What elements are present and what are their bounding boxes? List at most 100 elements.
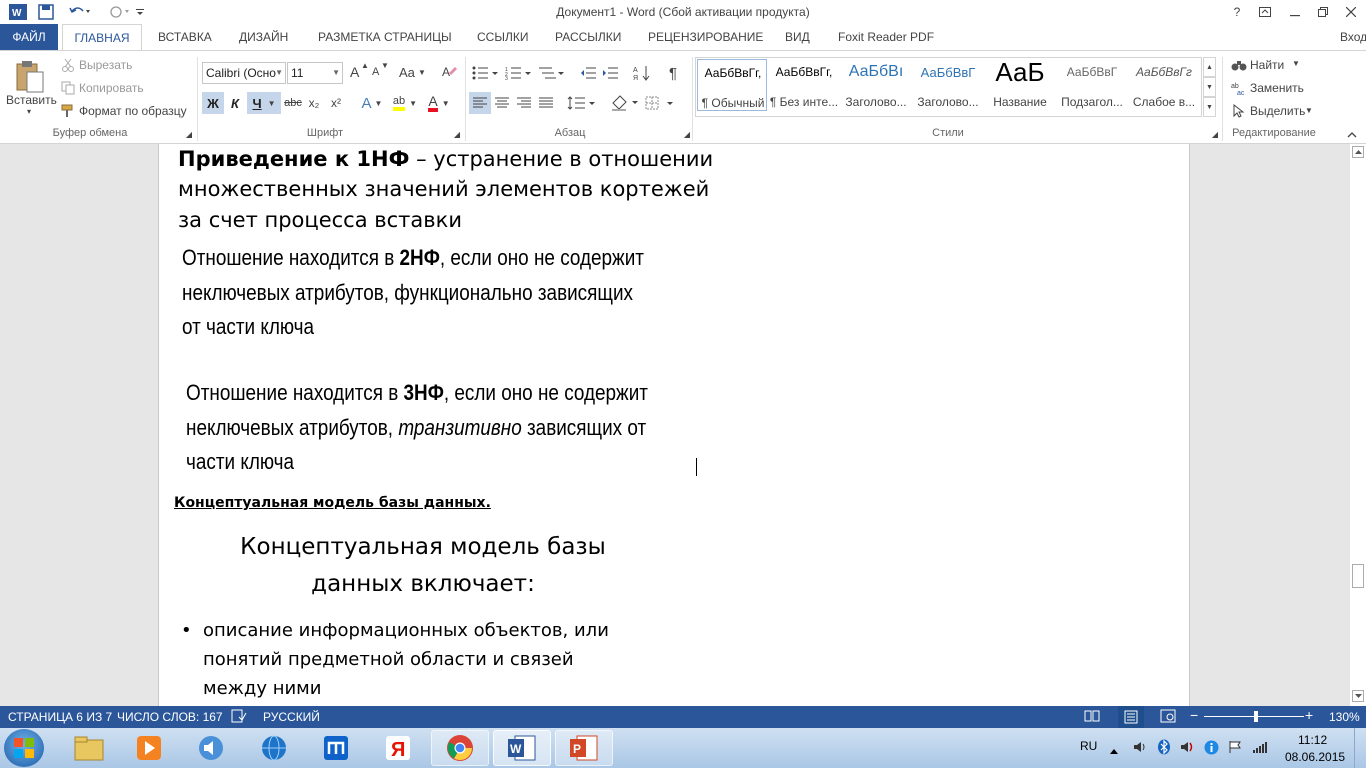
cut-button[interactable]: Вырезать bbox=[79, 58, 132, 72]
speaker-tray-icon[interactable] bbox=[1133, 740, 1147, 757]
paste-icon[interactable] bbox=[14, 57, 46, 95]
collapse-ribbon-icon[interactable] bbox=[1345, 127, 1359, 141]
styles-scroll-down-icon[interactable]: ▼ bbox=[1203, 77, 1216, 97]
tab-references[interactable]: ССЫЛКИ bbox=[477, 24, 528, 50]
network-tray-icon[interactable] bbox=[1252, 740, 1268, 757]
maxthon-taskbar-icon[interactable] bbox=[307, 730, 365, 766]
scroll-thumb[interactable] bbox=[1352, 564, 1364, 588]
document-page[interactable]: Приведение к 1НФ – устранение в отношени… bbox=[158, 144, 1190, 706]
action-center-tray-icon[interactable] bbox=[1228, 740, 1242, 757]
tab-page-layout[interactable]: РАЗМЕТКА СТРАНИЦЫ bbox=[318, 24, 452, 50]
font-size-combo[interactable]: 11 ▼ bbox=[287, 62, 343, 84]
line-spacing-icon[interactable] bbox=[565, 92, 597, 114]
yandex-taskbar-icon[interactable]: Я bbox=[369, 730, 427, 766]
align-center-icon[interactable] bbox=[491, 92, 513, 114]
zoom-slider-thumb[interactable] bbox=[1254, 711, 1258, 722]
restore-icon[interactable] bbox=[1308, 0, 1338, 24]
numbering-icon[interactable]: 123 bbox=[503, 62, 533, 84]
multilevel-list-icon[interactable] bbox=[536, 62, 566, 84]
clear-formatting-icon[interactable]: A bbox=[440, 63, 458, 81]
chrome-taskbar-icon[interactable] bbox=[431, 730, 489, 766]
paste-button[interactable]: Вставить bbox=[6, 93, 57, 107]
tab-design[interactable]: ДИЗАЙН bbox=[239, 24, 288, 50]
globe-app-taskbar-icon[interactable] bbox=[245, 730, 303, 766]
text-effects-button[interactable]: A ▼ bbox=[359, 92, 385, 114]
replace-button[interactable]: Заменить bbox=[1250, 81, 1304, 95]
tab-view[interactable]: ВИД bbox=[785, 24, 810, 50]
explorer-taskbar-icon[interactable] bbox=[60, 730, 118, 766]
read-mode-icon[interactable] bbox=[1084, 709, 1100, 726]
align-right-icon[interactable] bbox=[513, 92, 535, 114]
tab-home[interactable]: ГЛАВНАЯ bbox=[62, 24, 142, 51]
strikethrough-button[interactable]: abc bbox=[283, 92, 303, 114]
italic-button[interactable]: К bbox=[225, 92, 245, 114]
increase-indent-icon[interactable] bbox=[600, 62, 620, 84]
chevron-down-icon[interactable]: ▼ bbox=[1292, 59, 1300, 68]
change-case-button[interactable]: Aa bbox=[399, 65, 415, 80]
decrease-indent-icon[interactable] bbox=[578, 62, 598, 84]
tab-review[interactable]: РЕЦЕНЗИРОВАНИЕ bbox=[648, 24, 763, 50]
paste-dropdown-icon[interactable]: ▾ bbox=[27, 107, 31, 116]
tray-show-hidden-icon[interactable] bbox=[1110, 743, 1118, 757]
sort-icon[interactable]: AЯ bbox=[631, 62, 653, 84]
justify-icon[interactable] bbox=[535, 92, 557, 114]
help-button[interactable]: ? bbox=[1222, 0, 1252, 24]
highlight-button[interactable]: ab ▼ bbox=[389, 92, 421, 114]
superscript-button[interactable]: x² bbox=[327, 92, 345, 114]
style-heading-2[interactable]: АаБбВвГ Заголово... bbox=[913, 59, 983, 111]
zoom-out-icon[interactable]: − bbox=[1190, 707, 1198, 723]
style-subtle-emphasis[interactable]: АаБбВвГг Слабое в... bbox=[1129, 59, 1199, 111]
show-marks-button[interactable]: ¶ bbox=[663, 62, 683, 84]
styles-scroll-up-icon[interactable]: ▲ bbox=[1203, 57, 1216, 77]
format-painter-icon[interactable] bbox=[60, 103, 76, 119]
copy-icon[interactable] bbox=[60, 80, 76, 96]
zoom-level[interactable]: 130% bbox=[1329, 710, 1360, 724]
ribbon-display-options-icon[interactable] bbox=[1250, 0, 1280, 24]
font-color-button[interactable]: A ▼ bbox=[423, 92, 455, 114]
chevron-down-icon[interactable]: ▼ bbox=[1305, 106, 1313, 115]
subscript-button[interactable]: x₂ bbox=[305, 92, 323, 114]
volume-tray-icon[interactable] bbox=[1180, 740, 1196, 757]
media-player-taskbar-icon[interactable] bbox=[120, 730, 178, 766]
proofing-icon[interactable] bbox=[231, 709, 247, 726]
start-button[interactable] bbox=[4, 729, 44, 767]
powerpoint-taskbar-icon[interactable]: P bbox=[555, 730, 613, 766]
style-heading-1[interactable]: АаБбВı Заголово... bbox=[841, 59, 911, 111]
word-taskbar-icon[interactable]: W bbox=[493, 730, 551, 766]
grow-font-button[interactable]: A bbox=[350, 64, 359, 80]
style-normal[interactable]: АаБбВвГг, ¶ Обычный bbox=[697, 59, 767, 111]
format-painter-button[interactable]: Формат по образцу bbox=[79, 104, 187, 118]
align-left-icon[interactable] bbox=[469, 92, 491, 114]
info-tray-icon[interactable] bbox=[1204, 740, 1219, 758]
styles-more-icon[interactable]: ▼ bbox=[1203, 97, 1216, 117]
show-desktop-button[interactable] bbox=[1354, 728, 1366, 768]
chevron-down-icon[interactable]: ▼ bbox=[418, 68, 426, 77]
bluetooth-tray-icon[interactable] bbox=[1157, 739, 1171, 758]
web-layout-icon[interactable] bbox=[1160, 709, 1176, 726]
bold-button[interactable]: Ж bbox=[202, 92, 224, 114]
tab-file[interactable]: ФАЙЛ bbox=[0, 24, 58, 50]
page-count[interactable]: СТРАНИЦА 6 ИЗ 7 bbox=[8, 710, 112, 724]
cut-icon[interactable] bbox=[60, 57, 76, 73]
find-button[interactable]: Найти bbox=[1250, 58, 1284, 72]
style-title[interactable]: АаБ Название bbox=[985, 57, 1055, 111]
styles-launcher-icon[interactable]: ◢ bbox=[1210, 129, 1220, 139]
copy-button[interactable]: Копировать bbox=[79, 81, 144, 95]
style-no-spacing[interactable]: АаБбВвГг, ¶ Без инте... bbox=[769, 59, 839, 111]
minimize-icon[interactable] bbox=[1280, 0, 1310, 24]
clipboard-launcher-icon[interactable]: ◢ bbox=[184, 129, 194, 139]
font-launcher-icon[interactable]: ◢ bbox=[452, 129, 462, 139]
bullets-icon[interactable] bbox=[470, 62, 500, 84]
input-language[interactable]: RU bbox=[1080, 739, 1097, 753]
word-count[interactable]: ЧИСЛО СЛОВ: 167 bbox=[117, 710, 223, 724]
vertical-scrollbar[interactable] bbox=[1350, 144, 1366, 706]
scroll-down-icon[interactable] bbox=[1352, 690, 1364, 702]
tab-mailings[interactable]: РАССЫЛКИ bbox=[555, 24, 621, 50]
scroll-up-icon[interactable] bbox=[1352, 146, 1364, 158]
tab-insert[interactable]: ВСТАВКА bbox=[158, 24, 212, 50]
shading-icon[interactable] bbox=[608, 92, 640, 114]
tab-foxit[interactable]: Foxit Reader PDF bbox=[838, 24, 934, 50]
print-layout-icon[interactable] bbox=[1118, 706, 1144, 728]
volume-app-taskbar-icon[interactable] bbox=[182, 730, 240, 766]
zoom-in-icon[interactable]: + bbox=[1305, 707, 1313, 723]
